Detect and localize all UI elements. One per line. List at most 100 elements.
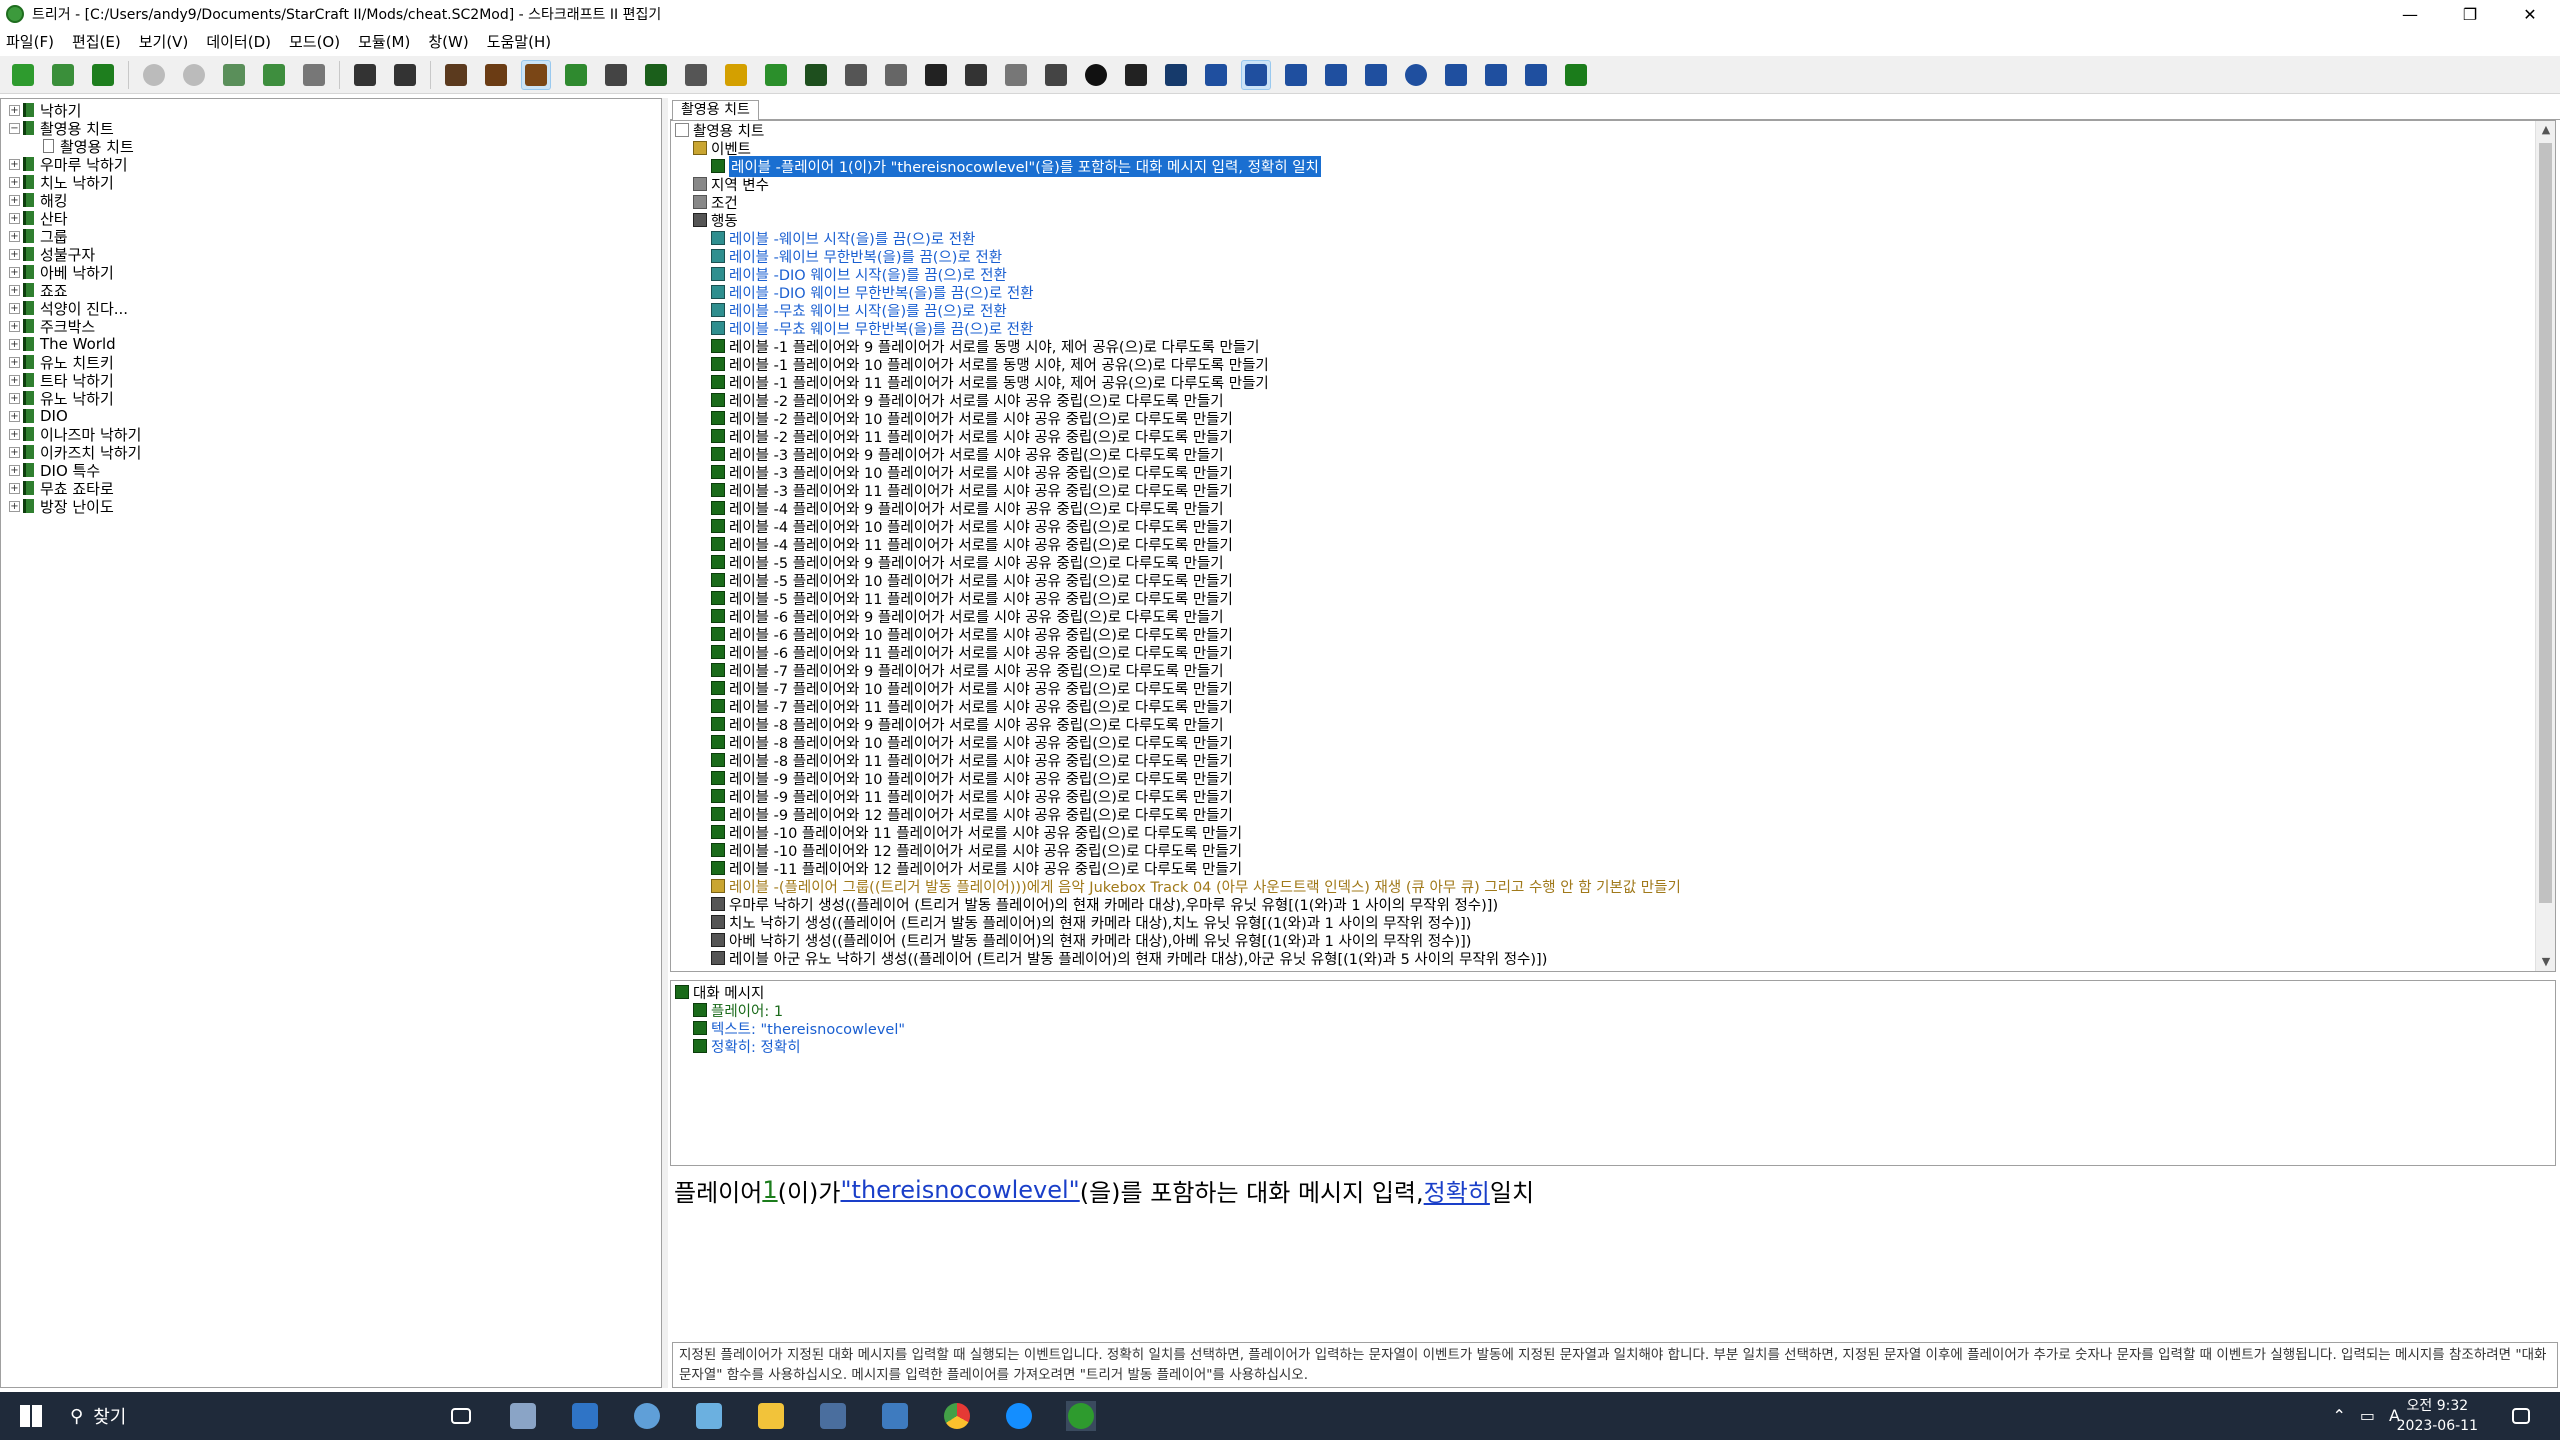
conditions-node[interactable]: 조건 [693,193,738,212]
action-item[interactable]: 레이블 -4 플레이어와 10 플레이어가 서로를 시야 공유 중립(으)로 다… [711,517,1233,536]
menu-file[interactable]: 파일(F) [6,31,54,52]
scroll-down-arrow-icon[interactable]: ▼ [2536,953,2555,971]
record-button[interactable] [1081,60,1111,90]
trigger-folder-item[interactable]: + DIO [9,407,661,425]
expand-icon[interactable]: + [9,482,20,494]
expand-icon[interactable]: + [9,500,20,512]
action-item[interactable]: 레이블 -1 플레이어와 11 플레이어가 서로를 동맹 시야, 제어 공유(으… [711,373,1269,392]
local-variables-node[interactable]: 지역 변수 [693,175,769,194]
restore-button[interactable]: ❐ [2440,0,2500,28]
redo-button[interactable] [179,60,209,90]
scroll-thumb[interactable] [2539,143,2552,903]
expand-icon[interactable]: + [9,284,20,296]
paste-button[interactable] [299,60,329,90]
menu-edit[interactable]: 편집(E) [72,31,121,52]
action-item[interactable]: 레이블 -5 플레이어와 9 플레이어가 서로를 시야 공유 중립(으)로 다루… [711,553,1224,572]
table-button[interactable] [1441,60,1471,90]
menu-module[interactable]: 모듈(M) [358,31,410,52]
action-item[interactable]: 레이블 -웨이브 시작(을)를 끔(으)로 전환 [711,229,975,248]
action-item[interactable]: 레이블 -10 플레이어와 11 플레이어가 서로를 시야 공유 중립(으)로 … [711,823,1242,842]
expand-icon[interactable]: + [9,248,20,260]
menu-mod[interactable]: 모드(O) [289,31,340,52]
action-item[interactable]: 레이블 -11 플레이어와 12 플레이어가 서로를 시야 공유 중립(으)로 … [711,859,1242,878]
action-item[interactable]: 레이블 -DIO 웨이브 무한반복(을)를 끔(으)로 전환 [711,283,1034,302]
taskbar-app-1[interactable] [508,1401,538,1431]
trigger-folder-item[interactable]: + DIO 특수 [9,461,661,480]
calculator-button[interactable] [818,1401,848,1431]
action-item[interactable]: 레이블 -무쵸 웨이브 시작(을)를 끔(으)로 전환 [711,301,1007,320]
taskbar-app-3[interactable] [632,1401,662,1431]
param-item-text[interactable]: 텍스트: "thereisnocowlevel" [693,1019,905,1038]
next-button[interactable] [761,60,791,90]
trigger-folder-item[interactable]: + 방장 난이도 [9,497,661,516]
document-button[interactable] [881,60,911,90]
expand-icon[interactable]: + [9,194,20,206]
taskbar-app-2[interactable] [570,1401,600,1431]
file-explorer-button[interactable] [756,1401,786,1431]
start-button[interactable] [16,1401,46,1431]
expand-icon[interactable]: + [9,104,20,116]
expand-icon[interactable]: + [9,374,20,386]
custom-script-button[interactable] [1161,60,1191,90]
action-item[interactable]: 레이블 -7 플레이어와 10 플레이어가 서로를 시야 공유 중립(으)로 다… [711,679,1233,698]
action-item[interactable]: 레이블 -1 플레이어와 10 플레이어가 서로를 동맹 시야, 제어 공유(으… [711,355,1269,374]
module-trigger-button[interactable] [521,59,551,90]
minimize-button[interactable]: — [2380,0,2440,28]
tree-button[interactable] [1561,60,1591,90]
trigger-folder-item[interactable]: + 이카즈치 낙하기 [9,443,661,462]
action-item[interactable]: 레이블 -4 플레이어와 9 플레이어가 서로를 시야 공유 중립(으)로 다루… [711,499,1224,518]
action-item[interactable]: 레이블 -2 플레이어와 9 플레이어가 서로를 시야 공유 중립(으)로 다루… [711,391,1224,410]
trigger-folder-item[interactable]: + 성불구자 [9,245,661,264]
sentence-exact-link[interactable]: 정확히 [1424,1173,1490,1208]
clock[interactable]: 오전 9:32 2023-06-11 [2397,1396,2478,1436]
action-item[interactable]: 레이블 -3 플레이어와 9 플레이어가 서로를 시야 공유 중립(으)로 다루… [711,445,1224,464]
action-item[interactable]: 레이블 -8 플레이어와 9 플레이어가 서로를 시야 공유 중립(으)로 다루… [711,715,1224,734]
sc2-editor-button[interactable] [1066,1401,1096,1431]
menu-help[interactable]: 도움말(H) [487,31,551,52]
preset-button[interactable] [1001,60,1031,90]
collapse-icon[interactable]: − [9,122,20,134]
panel-splitter[interactable] [662,98,668,1388]
cinematic-button[interactable] [801,60,831,90]
action-item[interactable]: 레이블 -5 플레이어와 11 플레이어가 서로를 시야 공유 중립(으)로 다… [711,589,1233,608]
undo-button[interactable] [139,60,169,90]
action-item[interactable]: 레이블 -무쵸 웨이브 무한반복(을)를 끔(으)로 전환 [711,319,1033,338]
expand-icon[interactable]: + [9,410,20,422]
action-item[interactable]: 레이블 -6 플레이어와 9 플레이어가 서로를 시야 공유 중립(으)로 다루… [711,607,1224,626]
action-item[interactable]: 우마루 낙하기 생성((플레이어 (트리거 발동 플레이어)의 현재 카메라 대… [711,895,1498,914]
action-item[interactable]: 레이블 -10 플레이어와 12 플레이어가 서로를 시야 공유 중립(으)로 … [711,841,1242,860]
trigger-folder-item[interactable]: + 치노 낙하기 [9,173,661,192]
unit-button[interactable] [1201,60,1231,90]
action-item[interactable]: 레이블 -2 플레이어와 10 플레이어가 서로를 시야 공유 중립(으)로 다… [711,409,1233,428]
expand-icon[interactable]: + [9,446,20,458]
action-item[interactable]: 레이블 -9 플레이어와 11 플레이어가 서로를 시야 공유 중립(으)로 다… [711,787,1233,806]
book-button[interactable] [1361,60,1391,90]
trigger-folder-item[interactable]: − 촬영용 치트 [9,119,661,138]
action-item[interactable]: 레이블 -웨이브 무한반복(을)를 끔(으)로 전환 [711,247,1002,266]
open-button[interactable] [48,60,78,90]
action-item[interactable]: 레이블 -5 플레이어와 10 플레이어가 서로를 시야 공유 중립(으)로 다… [711,571,1233,590]
trigger-folder-item[interactable]: + 죠죠 [9,281,661,300]
variable-button[interactable] [1041,60,1071,90]
module-terrain-button[interactable] [441,60,471,90]
expand-icon[interactable]: + [9,392,20,404]
task-view-button[interactable] [446,1401,476,1431]
action-item[interactable]: 레이블 -6 플레이어와 11 플레이어가 서로를 시야 공유 중립(으)로 다… [711,643,1233,662]
chevron-up-icon[interactable]: ⌃ [2333,1406,2346,1425]
expand-icon[interactable]: + [9,428,20,440]
film-button[interactable] [1481,60,1511,90]
lambda-button[interactable] [961,60,991,90]
module-data-button[interactable] [481,60,511,90]
network-icon[interactable]: ▭ [2360,1406,2375,1425]
back-button[interactable] [350,60,380,90]
sentence-message-link[interactable]: "thereisnocowlevel" [841,1176,1080,1204]
expand-icon[interactable]: + [9,230,20,242]
trigger-folder-item[interactable]: + 무쵸 죠타로 [9,479,661,498]
action-item[interactable]: 레이블 -8 플레이어와 10 플레이어가 서로를 시야 공유 중립(으)로 다… [711,733,1233,752]
new-file-button[interactable] [8,60,38,90]
action-item[interactable]: 레이블 -9 플레이어와 12 플레이어가 서로를 시야 공유 중립(으)로 다… [711,805,1233,824]
trigger-folder-item[interactable]: + The World [9,335,661,353]
trigger-folder-item[interactable]: + 유노 치트키 [9,353,661,372]
expand-icon[interactable]: + [9,338,20,350]
trigger-folder-item[interactable]: + 유노 낙하기 [9,389,661,408]
